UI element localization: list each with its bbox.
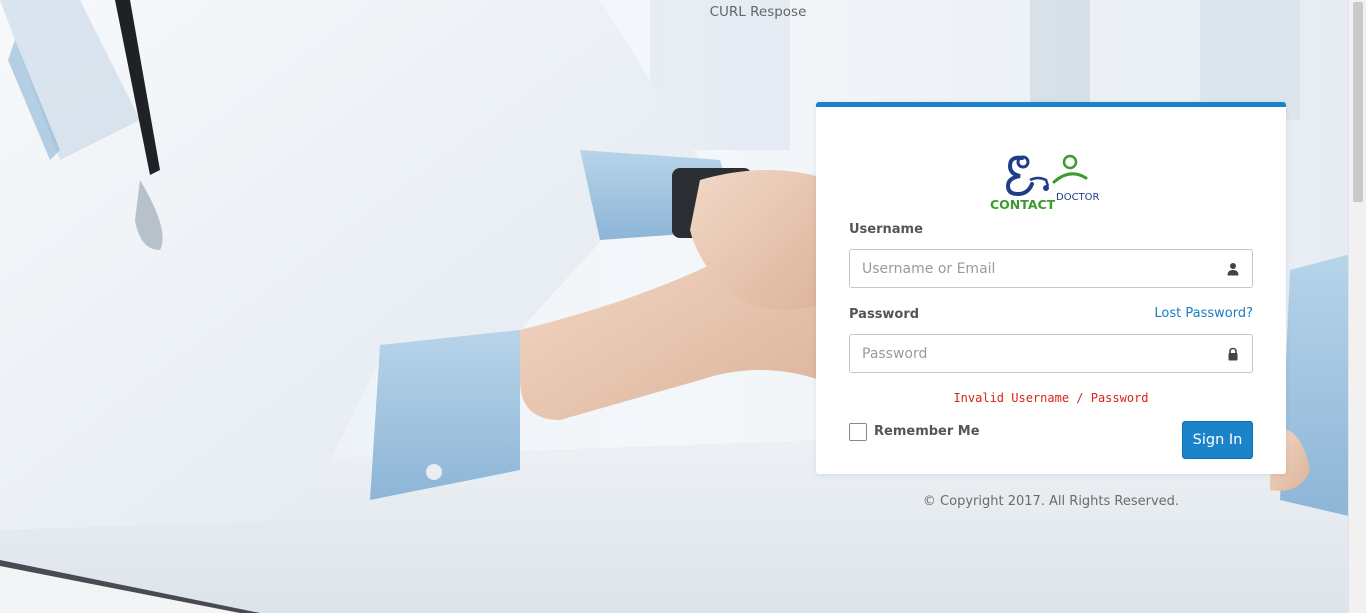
password-label: Password [849, 307, 920, 322]
user-icon [1227, 263, 1239, 276]
sign-in-button[interactable]: Sign In [1182, 421, 1253, 459]
remember-me-checkbox[interactable] [849, 423, 867, 441]
username-field[interactable] [849, 249, 1253, 288]
lock-icon [1228, 347, 1238, 361]
username-label: Username [849, 222, 923, 237]
username-input[interactable] [850, 250, 1212, 287]
login-page: CURL Respose CONTACT DOCTOR Username Pas… [0, 0, 1366, 613]
remember-me-label[interactable]: Remember Me [874, 424, 980, 439]
password-input[interactable] [850, 335, 1212, 372]
login-error-message: Invalid Username / Password [953, 391, 1149, 405]
copyright-text: © Copyright 2017. All Rights Reserved. [922, 494, 1180, 509]
contact-doctor-logo: CONTACT DOCTOR [990, 154, 1100, 212]
logo-word-doctor: DOCTOR [1056, 192, 1100, 203]
scrollbar-thumb[interactable] [1353, 2, 1363, 202]
page-scrollbar[interactable] [1348, 0, 1366, 613]
logo-word-contact: CONTACT [990, 197, 1056, 212]
password-field[interactable] [849, 334, 1253, 373]
login-card: CONTACT DOCTOR Username Password Lost Pa… [816, 102, 1286, 474]
lost-password-link[interactable]: Lost Password? [1154, 306, 1253, 321]
